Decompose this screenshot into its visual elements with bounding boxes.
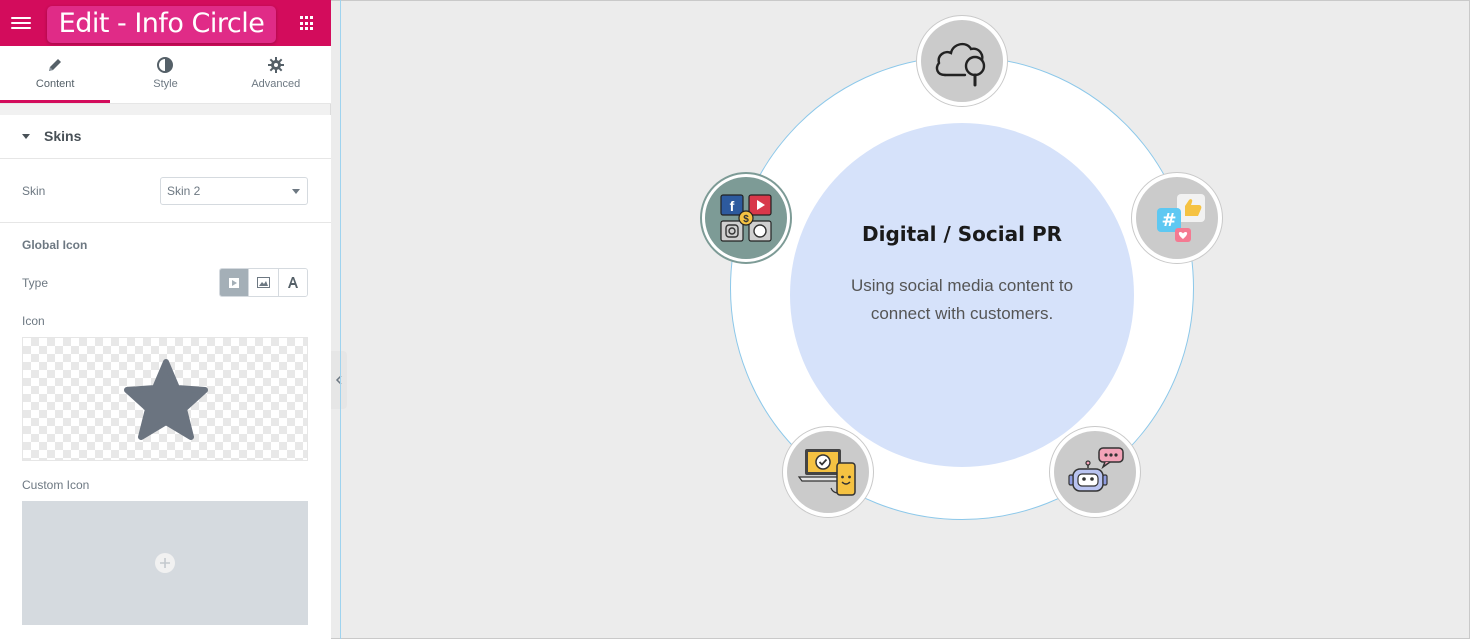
canvas-section-border (340, 0, 341, 639)
svg-text:f: f (730, 198, 735, 214)
skin-select[interactable]: Skin 2 (160, 177, 308, 205)
tab-advanced[interactable]: Advanced (221, 46, 331, 103)
info-circle-description: Using social media content to connect wi… (850, 276, 1074, 323)
custom-icon-upload[interactable] (22, 501, 308, 625)
tab-label: Content (35, 78, 75, 90)
skin-control-row: Skin Skin 2 (0, 159, 331, 223)
svg-text:#: # (1161, 210, 1176, 231)
tab-style[interactable]: Style (110, 46, 220, 103)
info-item-cloud-search[interactable] (916, 15, 1008, 107)
panel-tabs: Content Style Advanced (0, 46, 331, 104)
type-choice-group (219, 268, 308, 297)
type-image-button[interactable] (249, 269, 279, 296)
icon-type-icon (229, 277, 240, 288)
skin-label: Skin (22, 184, 46, 198)
type-label: Type (22, 276, 49, 290)
editor-sidebar: Edit - Info Circle Content Style Advance… (0, 0, 331, 639)
info-item-chatbot[interactable] (1049, 426, 1141, 518)
collapse-panel-handle[interactable] (331, 351, 347, 409)
type-text-button[interactable] (278, 269, 307, 296)
widgets-grid-icon[interactable] (300, 16, 315, 31)
panel-title: Edit - Info Circle (47, 6, 276, 43)
star-icon (124, 359, 208, 440)
cloud-search-icon (935, 42, 986, 87)
info-item-devices[interactable] (782, 426, 874, 518)
custom-icon-label: Custom Icon (22, 478, 90, 492)
info-item-social-apps[interactable]: f $ (700, 172, 792, 264)
section-title: Skins (44, 128, 82, 144)
gear-icon (267, 57, 284, 73)
info-circle-title: Digital / Social PR (862, 222, 1062, 246)
laptop-phone-icon (797, 449, 856, 496)
info-circle-content: Digital / Social PR Using social media c… (790, 123, 1134, 467)
image-icon (256, 277, 270, 288)
type-icon-button[interactable] (220, 269, 250, 296)
tab-content[interactable]: Content (0, 46, 111, 103)
panel-body: Skin Skin 2 Global Icon Type Icon Custom… (0, 159, 331, 639)
menu-icon[interactable] (11, 14, 31, 32)
text-a-icon (287, 277, 298, 288)
social-hashtag-like-icon: # (1157, 194, 1205, 242)
chevron-left-icon (335, 375, 342, 385)
half-circle-icon (157, 57, 174, 73)
section-skins-toggle[interactable]: Skins (0, 115, 331, 159)
svg-text:$: $ (743, 214, 749, 225)
icon-label: Icon (22, 314, 45, 328)
icon-picker-preview[interactable] (22, 337, 308, 461)
social-media-apps-icon: f $ (720, 194, 772, 242)
info-item-social-engagement[interactable]: # (1131, 172, 1223, 264)
tab-label: Style (153, 78, 178, 90)
global-icon-heading: Global Icon (22, 238, 88, 252)
tab-label: Advanced (251, 78, 301, 90)
pencil-icon (49, 59, 62, 71)
add-icon (155, 553, 175, 573)
skin-select-value: Skin 2 (167, 184, 201, 198)
chevron-down-icon (292, 189, 300, 194)
chatbot-icon (1068, 447, 1124, 492)
caret-down-icon (22, 134, 30, 139)
panel-header: Edit - Info Circle (0, 0, 331, 46)
